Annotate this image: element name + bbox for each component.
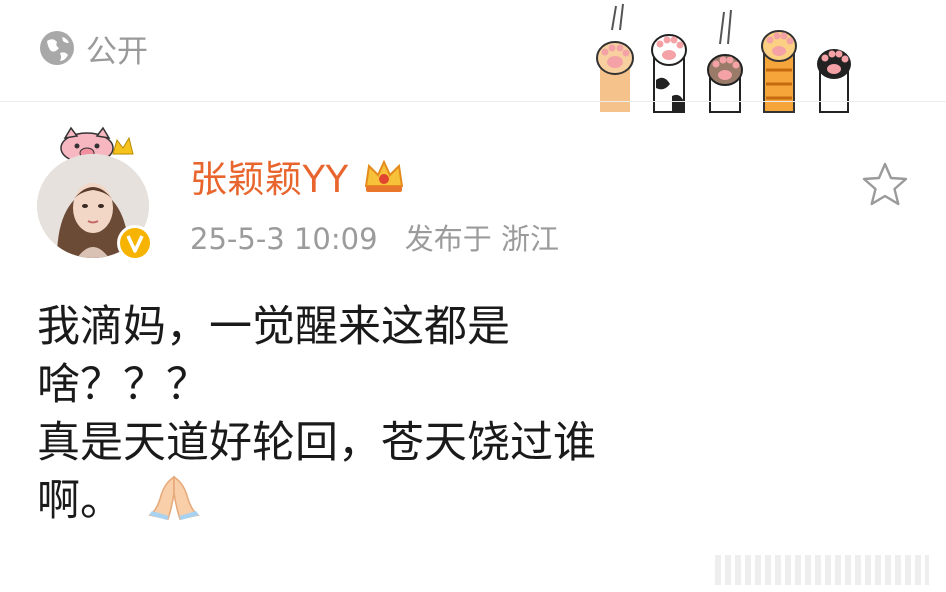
content-line: 我滴妈，一觉醒来这都是 bbox=[37, 302, 510, 352]
watermark bbox=[715, 555, 929, 585]
visibility-indicator[interactable]: 公开 bbox=[38, 28, 148, 70]
content-line: 真是天道好轮回，苍天饶过谁 bbox=[37, 418, 596, 468]
username-row: 张颖颖YY bbox=[190, 150, 407, 202]
post-meta: 25-5-3 10:09 发布于 浙江 bbox=[190, 216, 577, 258]
paw-brown-icon bbox=[707, 9, 743, 113]
username[interactable]: 张颖颖YY bbox=[190, 149, 349, 203]
header-divider bbox=[0, 101, 946, 102]
crown-icon[interactable] bbox=[361, 156, 407, 196]
globe-icon bbox=[40, 31, 74, 65]
paw-orange-icon bbox=[596, 3, 634, 112]
post-date: 25-5-3 10:09 bbox=[190, 222, 378, 256]
paw-black-icon bbox=[817, 49, 851, 113]
top-bar: 公开 bbox=[0, 0, 946, 113]
post-content: 我滴妈，一觉醒来这都是 啥？？？ 真是天道好轮回，苍天饶过谁 啊。 bbox=[37, 298, 917, 530]
verified-badge-icon bbox=[117, 225, 153, 261]
star-icon[interactable] bbox=[860, 160, 910, 208]
content-line: 啥？？？ bbox=[37, 360, 209, 410]
pray-emoji bbox=[147, 475, 200, 520]
content-line-with-emoji: 啊。 bbox=[37, 472, 917, 530]
posted-location: 发布于 浙江 bbox=[404, 222, 559, 256]
visibility-label: 公开 bbox=[86, 33, 148, 70]
content-line: 啊。 bbox=[37, 476, 123, 526]
paw-tabby-icon bbox=[761, 30, 797, 113]
